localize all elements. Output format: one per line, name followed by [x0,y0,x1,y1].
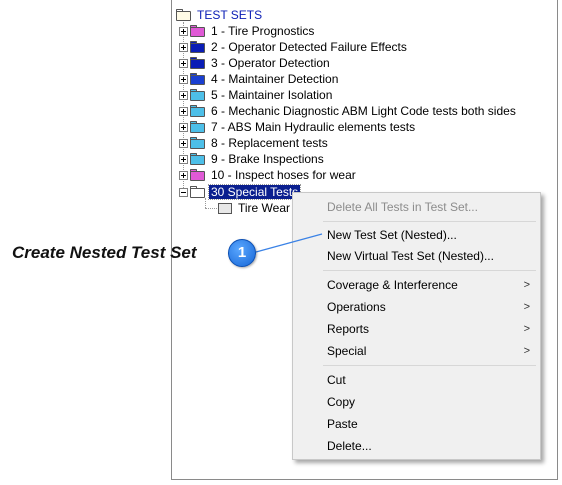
expand-icon[interactable] [179,138,188,148]
expand-icon[interactable] [179,122,188,132]
menu-item-copy[interactable]: Copy [293,391,540,413]
open-folder-icon [176,9,192,21]
tree-item-label: 9 - Brake Inspections [211,152,324,166]
expand-icon[interactable] [179,154,188,164]
tree-item[interactable]: 5 - Maintainer Isolation [179,87,334,103]
expand-icon[interactable] [179,170,188,180]
menu-item-cut[interactable]: Cut [293,369,540,391]
tree-item-label: 7 - ABS Main Hydraulic elements tests [211,120,416,134]
folder-icon [190,89,206,101]
tree-child-label: Tire Wear [238,201,291,215]
tree-item-label: 8 - Replacement tests [211,136,328,150]
collapse-icon[interactable] [179,187,188,197]
expand-icon[interactable] [179,106,188,116]
tree-item-label: 5 - Maintainer Isolation [211,88,333,102]
tree-item[interactable]: 8 - Replacement tests [179,135,330,151]
tree-item[interactable]: 1 - Tire Prognostics [179,23,316,39]
expand-icon[interactable] [179,90,188,100]
context-menu: Delete All Tests in Test Set... New Test… [292,192,541,460]
tree-root[interactable]: TEST SETS [176,7,264,23]
folder-icon [190,73,206,85]
test-icon [218,202,232,214]
folder-icon [190,57,206,69]
tree-item[interactable]: 6 - Mechanic Diagnostic ABM Light Code t… [179,103,518,119]
folder-icon [190,105,206,117]
submenu-arrow-icon: > [523,345,530,357]
folder-icon [190,153,206,165]
folder-icon [190,25,206,37]
tree-item-label: 3 - Operator Detection [211,56,330,70]
folder-icon [190,121,206,133]
folder-icon [190,41,206,53]
menu-item-new-test-set[interactable]: New Test Set (Nested)... [293,224,540,246]
submenu-arrow-icon: > [523,301,530,313]
submenu-arrow-icon: > [523,279,530,291]
menu-item-reports[interactable]: Reports > [293,318,540,340]
callout-label: Create Nested Test Set [12,243,197,262]
expand-icon[interactable] [179,74,188,84]
tree-item[interactable]: 7 - ABS Main Hydraulic elements tests [179,119,417,135]
submenu-arrow-icon: > [523,323,530,335]
menu-item-new-virtual-test-set[interactable]: New Virtual Test Set (Nested)... [293,245,540,267]
tree-item-label: 10 - Inspect hoses for wear [211,168,356,182]
folder-icon [190,137,206,149]
tree-child-item[interactable]: Tire Wear [218,200,292,216]
expand-icon[interactable] [179,58,188,68]
menu-item-operations[interactable]: Operations > [293,296,540,318]
callout-badge: 1 [228,239,256,267]
tree-item[interactable]: 4 - Maintainer Detection [179,71,340,87]
tree-item-label: 1 - Tire Prognostics [211,24,315,38]
menu-item-delete-all: Delete All Tests in Test Set... [327,200,478,214]
menu-item-special[interactable]: Special > [293,340,540,362]
tree-item-label: 4 - Maintainer Detection [211,72,339,86]
tree-item-selected[interactable]: 30 Special Tests [179,184,302,200]
tree-root-label: TEST SETS [197,8,263,22]
folder-icon [190,169,206,181]
menu-item-delete[interactable]: Delete... [293,435,540,457]
expand-icon[interactable] [179,42,188,52]
tree-item[interactable]: 2 - Operator Detected Failure Effects [179,39,409,55]
tree-item[interactable]: 3 - Operator Detection [179,55,332,71]
tree-item[interactable]: 9 - Brake Inspections [179,151,326,167]
tree-item-label: 6 - Mechanic Diagnostic ABM Light Code t… [211,104,516,118]
menu-item-paste[interactable]: Paste [293,413,540,435]
tree-item-label: 2 - Operator Detected Failure Effects [211,40,407,54]
open-folder-icon [190,186,206,198]
menu-item-coverage[interactable]: Coverage & Interference > [293,274,540,296]
expand-icon[interactable] [179,26,188,36]
tree-item[interactable]: 10 - Inspect hoses for wear [179,167,358,183]
tree-item-selected-label: 30 Special Tests [207,184,302,200]
